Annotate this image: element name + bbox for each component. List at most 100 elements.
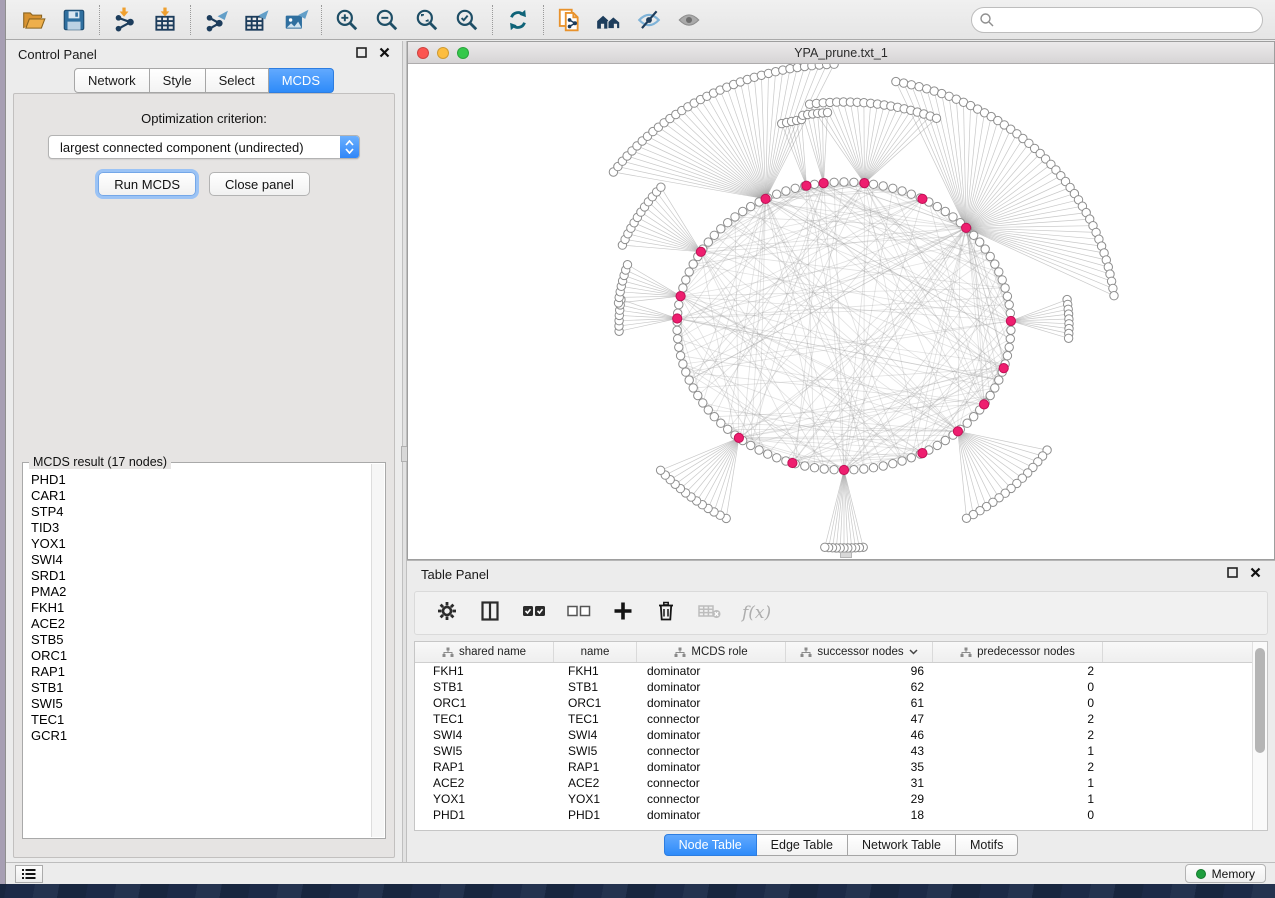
table-row[interactable]: STB1STB1dominator620 (415, 679, 1267, 695)
column-header-shared-name[interactable]: shared name (415, 642, 554, 662)
graph-node[interactable] (860, 465, 868, 473)
open-file-icon[interactable] (14, 3, 54, 37)
mcds-result-item[interactable]: SWI5 (31, 696, 371, 712)
mcds-result-item[interactable]: STB1 (31, 680, 371, 696)
graph-node[interactable] (710, 413, 718, 421)
graph-node[interactable] (879, 462, 887, 470)
mcds-result-item[interactable]: FKH1 (31, 600, 371, 616)
graph-node[interactable] (676, 352, 684, 360)
graph-node[interactable] (962, 223, 971, 232)
column-header-successor-nodes[interactable]: successor nodes (786, 642, 933, 662)
graph-node[interactable] (998, 276, 1006, 284)
graph-node[interactable] (1006, 335, 1014, 343)
mcds-result-scrollbar[interactable] (371, 464, 384, 837)
graph-node[interactable] (773, 454, 781, 462)
network-splitter-grip[interactable] (840, 552, 852, 558)
mcds-result-item[interactable]: STB5 (31, 632, 371, 648)
graph-node[interactable] (764, 450, 772, 458)
graph-node[interactable] (710, 231, 718, 239)
graph-node[interactable] (739, 207, 747, 215)
graph-node[interactable] (1005, 343, 1013, 351)
graph-node[interactable] (953, 427, 962, 436)
duplicate-network-icon[interactable] (549, 3, 589, 37)
table-options-gear-icon[interactable] (435, 599, 459, 628)
mcds-result-item[interactable]: YOX1 (31, 536, 371, 552)
graph-node[interactable] (941, 436, 949, 444)
table-row[interactable]: SWI5SWI5connector431 (415, 743, 1267, 759)
graph-node[interactable] (933, 202, 941, 210)
graph-node[interactable] (840, 178, 848, 186)
graph-node[interactable] (918, 449, 927, 458)
table-row[interactable]: PHD1PHD1dominator180 (415, 807, 1267, 823)
select-all-checks-icon[interactable] (521, 599, 547, 628)
table-row[interactable]: SWI4SWI4dominator462 (415, 727, 1267, 743)
graph-node[interactable] (830, 178, 838, 186)
graph-node[interactable] (1006, 316, 1015, 325)
graph-node[interactable] (696, 247, 705, 256)
mcds-result-item[interactable]: PHD1 (31, 472, 371, 488)
graph-node[interactable] (907, 454, 915, 462)
network-canvas[interactable] (408, 64, 1274, 559)
graph-node[interactable] (788, 458, 797, 467)
graph-node[interactable] (734, 433, 743, 442)
refresh-layout-icon[interactable] (498, 3, 538, 37)
graph-node[interactable] (673, 314, 682, 323)
table-row[interactable]: YOX1YOX1connector291 (415, 791, 1267, 807)
zoom-out-icon[interactable] (367, 3, 407, 37)
mcds-result-list[interactable]: PHD1CAR1STP4TID3YOX1SWI4SRD1PMA2FKH1ACE2… (24, 466, 371, 837)
graph-node[interactable] (970, 413, 978, 421)
graph-node[interactable] (995, 268, 1003, 276)
tab-select[interactable]: Select (206, 68, 269, 93)
graph-node[interactable] (1001, 284, 1009, 292)
table-row[interactable]: ORC1ORC1dominator610 (415, 695, 1267, 711)
table-row[interactable]: ACE2ACE2connector311 (415, 775, 1267, 791)
tab-network-table[interactable]: Network Table (848, 834, 956, 856)
table-row[interactable]: TEC1TEC1connector472 (415, 711, 1267, 727)
graph-node[interactable] (1003, 292, 1011, 300)
graph-node[interactable] (810, 180, 818, 188)
save-session-icon[interactable] (54, 3, 94, 37)
graph-node[interactable] (773, 190, 781, 198)
graph-node[interactable] (761, 194, 770, 203)
zoom-fit-icon[interactable] (407, 3, 447, 37)
zoom-selected-icon[interactable] (447, 3, 487, 37)
graph-node[interactable] (869, 180, 877, 188)
graph-node[interactable] (941, 207, 949, 215)
graph-node[interactable] (623, 261, 631, 269)
graph-node[interactable] (724, 219, 732, 227)
graph-node[interactable] (830, 64, 838, 68)
graph-node[interactable] (810, 464, 818, 472)
table-row[interactable]: FKH1FKH1dominator962 (415, 663, 1267, 679)
graph-node[interactable] (685, 268, 693, 276)
graph-node[interactable] (999, 364, 1008, 373)
delete-column-icon[interactable] (654, 599, 678, 628)
graph-node[interactable] (704, 406, 712, 414)
graph-node[interactable] (657, 183, 665, 191)
graph-node[interactable] (991, 260, 999, 268)
graph-node[interactable] (898, 457, 906, 465)
run-mcds-button[interactable]: Run MCDS (98, 172, 196, 196)
mcds-result-item[interactable]: RAP1 (31, 664, 371, 680)
search-input[interactable] (971, 7, 1263, 33)
graph-node[interactable] (819, 179, 828, 188)
float-panel-icon[interactable] (356, 45, 367, 63)
graph-node[interactable] (1110, 292, 1118, 300)
deselect-all-checks-icon[interactable] (566, 599, 592, 628)
hide-selected-icon[interactable] (629, 3, 669, 37)
graph-node[interactable] (970, 231, 978, 239)
graph-node[interactable] (915, 83, 923, 91)
show-panels-menu-button[interactable] (15, 865, 43, 883)
mcds-result-item[interactable]: SRD1 (31, 568, 371, 584)
graph-node[interactable] (995, 376, 1003, 384)
optimization-criterion-dropdown[interactable]: largest connected component (undirected) (48, 135, 360, 159)
export-table-icon[interactable] (236, 3, 276, 37)
mcds-result-item[interactable]: ACE2 (31, 616, 371, 632)
show-column-icon[interactable] (478, 599, 502, 628)
graph-node[interactable] (731, 213, 739, 221)
graph-node[interactable] (839, 465, 848, 474)
graph-node[interactable] (898, 187, 906, 195)
graph-node[interactable] (717, 225, 725, 233)
graph-node[interactable] (676, 292, 685, 301)
graph-node[interactable] (801, 462, 809, 470)
export-image-icon[interactable] (276, 3, 316, 37)
